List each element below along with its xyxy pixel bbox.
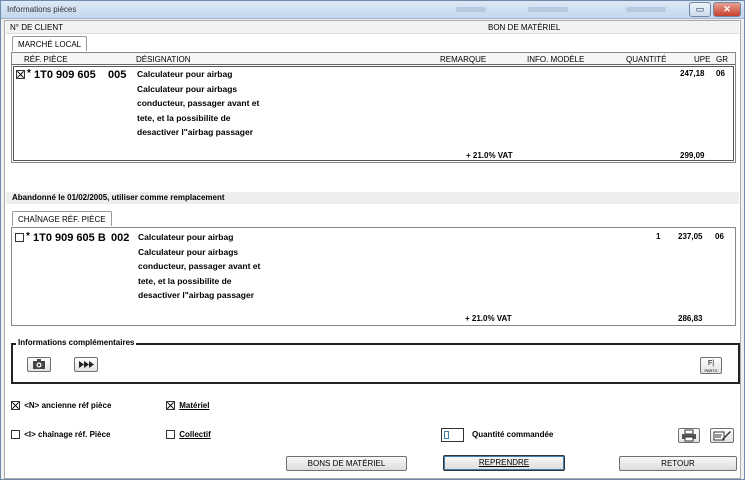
- option-ancienne[interactable]: <N> ancienne réf pièce: [11, 401, 112, 411]
- quantity-label: Quantité commandée: [472, 430, 554, 439]
- part-ref: 1T0 909 605: [34, 69, 96, 81]
- bons-de-materiel-button[interactable]: BONS DE MATÉRIEL: [286, 456, 407, 471]
- client-number-label: N° DE CLIENT: [10, 23, 63, 32]
- window: Informations pièces ▭ ✕ N° DE CLIENT BON…: [0, 0, 745, 480]
- print-button[interactable]: [678, 428, 700, 443]
- select-checkbox[interactable]: [16, 70, 25, 80]
- star-mark: *: [27, 68, 31, 79]
- abandon-bar: Abandonné le 01/02/2005, utiliser comme …: [6, 192, 739, 204]
- option-collectif[interactable]: Collectif: [166, 430, 211, 440]
- desc-line: Calculateur pour airbags: [138, 246, 239, 257]
- part-ref: 1T0 909 605 B: [33, 232, 106, 244]
- retour-button[interactable]: RETOUR: [619, 456, 737, 471]
- collectif-checkbox[interactable]: [166, 430, 175, 440]
- title-bar-blur: [456, 7, 486, 12]
- fast-forward-icon: [79, 361, 94, 368]
- desc-line: tete, et la possibilite de: [137, 112, 231, 123]
- unit-price: 247,18: [680, 69, 705, 78]
- designation: Calculateur pour airbag Calculateur pour…: [138, 230, 260, 303]
- desc-line: desactiver l"airbag passager: [138, 290, 255, 300]
- part-suffix: 002: [111, 232, 130, 244]
- printer-icon: [682, 429, 696, 442]
- edit-icon: [713, 431, 731, 441]
- local-row[interactable]: * 1T0 909 605 005 Calculateur pour airba…: [13, 66, 734, 161]
- reprendre-button[interactable]: REPRENDRE: [443, 455, 565, 471]
- title-bar: Informations pièces ▭ ✕: [1, 1, 744, 19]
- camera-icon: [33, 359, 45, 369]
- client-area: N° DE CLIENT BON DE MATÉRIEL MARCHÉ LOCA…: [4, 20, 741, 479]
- star-mark: *: [26, 231, 30, 242]
- maximize-button[interactable]: ▭: [689, 2, 711, 17]
- ancienne-label: <N> ancienne réf pièce: [24, 401, 112, 410]
- desc-line: tete, et la possibilite de: [138, 275, 232, 286]
- bon-de-materiel-label: BON DE MATÉRIEL: [488, 23, 561, 32]
- select-checkbox[interactable]: [15, 233, 24, 243]
- edit-button[interactable]: [710, 428, 734, 443]
- desc-line: desactiver l"airbag passager: [137, 127, 254, 137]
- quantity-input[interactable]: [441, 428, 464, 442]
- col-gr: GR: [716, 55, 728, 64]
- ancienne-checkbox[interactable]: [11, 401, 20, 411]
- col-designation: DÉSIGNATION: [136, 55, 191, 64]
- info-complementaires-group: Informations complémentaires F| PARTS: [11, 338, 740, 384]
- column-header: RÉF. PIÈCE DÉSIGNATION REMARQUE INFO. MO…: [12, 53, 735, 65]
- quantity-value: 1: [656, 232, 661, 241]
- fi-parts-button[interactable]: F| PARTS: [700, 357, 722, 374]
- vat-price: 299,09: [680, 151, 705, 160]
- materiel-checkbox[interactable]: [166, 401, 175, 411]
- vat-label: + 21.0% VAT: [465, 314, 512, 323]
- part-suffix: 005: [108, 69, 127, 81]
- camera-button[interactable]: [27, 357, 51, 372]
- col-remarque: REMARQUE: [440, 55, 487, 64]
- vat-price: 286,83: [678, 314, 703, 323]
- gr-value: 06: [715, 232, 724, 241]
- designation: Calculateur pour airbag Calculateur pour…: [137, 67, 259, 140]
- input-cursor: [444, 431, 449, 439]
- tab-chainage[interactable]: CHAÎNAGE RÉF. PIÈCE: [12, 211, 112, 226]
- tab-marche-local[interactable]: MARCHÉ LOCAL: [12, 36, 88, 51]
- title-bar-blur: [528, 7, 568, 12]
- forward-button[interactable]: [74, 357, 98, 372]
- header-bar: N° DE CLIENT BON DE MATÉRIEL: [6, 21, 739, 34]
- desc-line: conducteur, passager avant et: [138, 261, 261, 271]
- desc-line: Calculateur pour airbag: [138, 232, 234, 242]
- chain-parts-panel: * 1T0 909 605 B 002 Calculateur pour air…: [11, 227, 736, 326]
- materiel-label: Matériel: [179, 401, 210, 410]
- close-button[interactable]: ✕: [713, 2, 741, 17]
- abandon-text: Abandonné le 01/02/2005, utiliser comme …: [12, 193, 225, 202]
- desc-line: conducteur, passager avant et: [137, 98, 260, 108]
- option-materiel[interactable]: Matériel: [166, 401, 210, 411]
- chainage-label: <I> chaînage réf. Pièce: [24, 430, 111, 439]
- vat-label: + 21.0% VAT: [466, 151, 513, 160]
- info-label: Informations complémentaires: [16, 338, 137, 347]
- unit-price: 237,05: [678, 232, 703, 241]
- fi-label: F|: [707, 360, 715, 367]
- window-title: Informations pièces: [7, 5, 77, 14]
- col-quantite: QUANTITÉ: [626, 55, 667, 64]
- gr-value: 06: [716, 69, 725, 78]
- local-parts-panel: RÉF. PIÈCE DÉSIGNATION REMARQUE INFO. MO…: [11, 52, 736, 163]
- desc-line: Calculateur pour airbags: [137, 83, 238, 94]
- title-bar-blur: [626, 7, 666, 12]
- col-upe: UPE: [694, 55, 711, 64]
- option-chainage[interactable]: <I> chaînage réf. Pièce: [11, 430, 111, 440]
- col-info-modele: INFO. MODÈLE: [527, 55, 585, 64]
- chain-row[interactable]: * 1T0 909 605 B 002 Calculateur pour air…: [12, 228, 735, 325]
- collectif-label: Collectif: [179, 430, 211, 439]
- chainage-checkbox[interactable]: [11, 430, 20, 440]
- desc-line: Calculateur pour airbag: [137, 69, 233, 79]
- col-ref: RÉF. PIÈCE: [24, 55, 68, 64]
- fi-sub-label: PARTS: [704, 368, 718, 373]
